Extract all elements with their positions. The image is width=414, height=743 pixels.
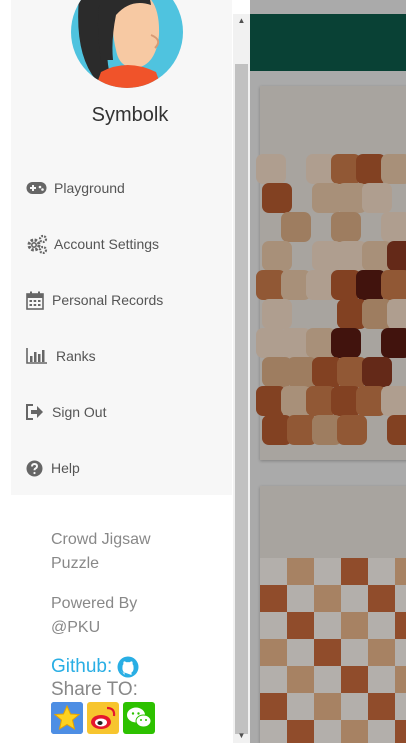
menu-item-account-settings[interactable]: Account Settings <box>26 232 159 256</box>
menu-item-label: Sign Out <box>52 404 107 420</box>
cogs-icon <box>26 234 48 254</box>
calendar-icon <box>26 290 46 310</box>
side-drawer: Symbolk Playground Account Settings Pers… <box>0 0 233 743</box>
menu-item-label: Ranks <box>56 348 96 364</box>
menu-item-ranks[interactable]: Ranks <box>26 344 96 368</box>
menu-item-sign-out[interactable]: Sign Out <box>26 400 106 424</box>
menu-item-label: Playground <box>54 180 125 196</box>
menu-item-label: Account Settings <box>54 236 160 252</box>
menu-item-help[interactable]: Help <box>26 456 80 480</box>
menu-item-personal-records[interactable]: Personal Records <box>26 288 163 312</box>
menu-item-label: Help <box>51 460 80 476</box>
github-label: Github: <box>51 656 113 677</box>
username: Symbolk <box>91 104 169 126</box>
sign-out-icon <box>26 402 46 422</box>
share-label: Share TO: <box>51 679 138 700</box>
menu-item-playground[interactable]: Playground <box>26 176 125 200</box>
github-icon <box>117 656 139 678</box>
question-circle-icon <box>26 458 45 478</box>
gamepad-icon <box>26 178 48 198</box>
avatar[interactable] <box>71 0 183 88</box>
background-app: s <box>250 0 414 743</box>
wechat-icon[interactable] <box>123 702 155 734</box>
menu-item-label: Personal Records <box>52 292 164 308</box>
page-edge <box>406 0 414 743</box>
qzone-icon[interactable] <box>51 702 83 734</box>
github-link[interactable]: Github: <box>51 656 139 678</box>
scrollbar-thumb[interactable] <box>235 64 248 734</box>
bar-chart-icon <box>26 346 50 366</box>
app-name: Crowd Jigsaw Puzzle <box>51 531 151 572</box>
drawer-scrollbar[interactable]: ▲ ▼ <box>233 14 250 743</box>
scroll-down-arrow[interactable]: ▼ <box>233 729 250 743</box>
powered-by: Powered By @PKU <box>51 595 138 636</box>
weibo-icon[interactable] <box>87 702 119 734</box>
drawer-overlay[interactable] <box>250 0 414 743</box>
scroll-up-arrow[interactable]: ▲ <box>233 14 250 28</box>
